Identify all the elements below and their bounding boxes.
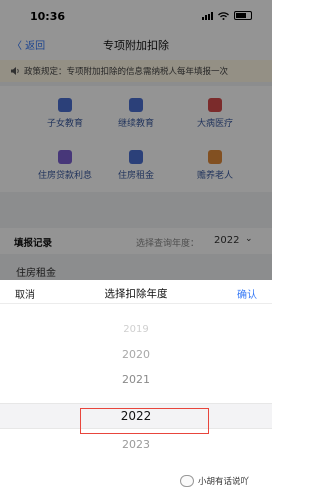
watermark-text: 小胡有话说吖 [198,477,250,487]
app-screen: 10:36 〈 返回 专项附加扣除 政策规定：专项附加扣除的信息需纳税人每年填报… [0,0,272,494]
picker-title: 选择扣除年度 [104,288,168,300]
confirm-button[interactable]: 确认 [237,286,257,301]
year-option[interactable]: 2019 [0,324,272,335]
year-wheel[interactable]: 2019 2020 2021 2022 2023 [0,304,272,494]
year-option[interactable]: 2023 [0,438,272,451]
year-option[interactable]: 2020 [0,348,272,361]
picker-header: 取消 选择扣除年度 确认 [0,280,272,304]
year-picker-sheet: 取消 选择扣除年度 确认 2019 2020 2021 2022 2023 [0,280,272,494]
year-option[interactable]: 2021 [0,373,272,386]
selection-highlight-box [80,408,209,434]
watermark: 小胡有话说吖 [180,475,249,487]
wechat-icon [180,475,194,487]
